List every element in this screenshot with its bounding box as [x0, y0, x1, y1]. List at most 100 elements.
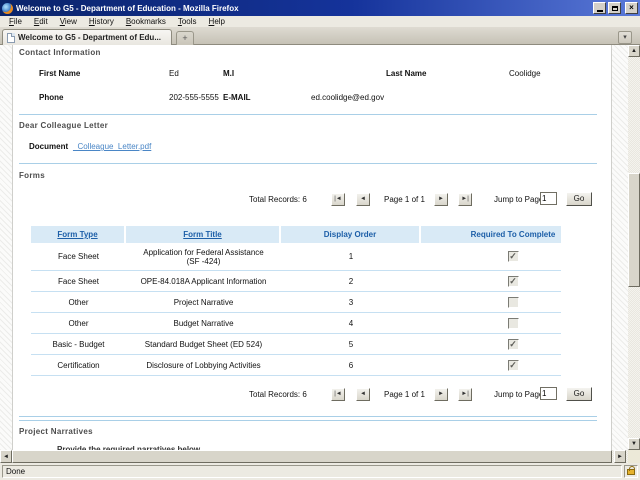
close-button[interactable]: × [625, 2, 638, 14]
display-order: 3 [281, 292, 421, 312]
arrow-down-icon: ▼ [631, 441, 637, 447]
tab-title: Welcome to G5 - Department of Edu... [18, 33, 161, 42]
required-checkbox[interactable] [508, 339, 519, 350]
security-indicator[interactable] [624, 465, 638, 478]
title-bar: Welcome to G5 - Department of Education … [0, 0, 640, 16]
firefox-icon [2, 3, 13, 14]
forms-table: Form Type Form Title Display Order Requi… [31, 226, 561, 376]
phone-value: 202-555-5555 [169, 93, 219, 102]
menu-edit[interactable]: Edit [28, 17, 54, 26]
dear-colleague-section-title: Dear Colleague Letter [19, 121, 108, 130]
prev-page-button[interactable]: ◄ [356, 388, 370, 401]
email-value: ed.coolidge@ed.gov [311, 93, 384, 102]
form-title: Standard Budget Sheet (ED 524) [126, 334, 281, 354]
vertical-scrollbar[interactable]: ▲ ▼ [628, 45, 640, 450]
column-form-type[interactable]: Form Type [31, 226, 126, 243]
last-page-button[interactable]: ►| [458, 193, 472, 206]
form-type: Face Sheet [31, 271, 126, 291]
page-icon [7, 33, 15, 43]
menu-help[interactable]: Help [203, 17, 231, 26]
next-page-button[interactable]: ► [434, 193, 448, 206]
jump-to-page-input[interactable] [540, 387, 557, 400]
first-name-value: Ed [169, 69, 179, 78]
menu-bookmarks[interactable]: Bookmarks [120, 17, 172, 26]
column-form-title[interactable]: Form Title [126, 226, 281, 243]
menu-view[interactable]: View [54, 17, 83, 26]
table-row: Other Project Narrative 3 [31, 292, 561, 313]
scrollbar-corner [628, 450, 640, 463]
menu-bar: File Edit View History Bookmarks Tools H… [0, 16, 640, 27]
table-row: Other Budget Narrative 4 [31, 313, 561, 334]
horizontal-scrollbar-thumb[interactable] [12, 450, 612, 463]
display-order: 1 [281, 243, 421, 270]
last-page-button[interactable]: ►| [458, 388, 472, 401]
status-text: Done [2, 465, 622, 478]
page-viewport: Contact Information First Name Ed M.I La… [0, 45, 628, 450]
jump-to-page-input[interactable] [540, 192, 557, 205]
minimize-icon [597, 10, 603, 12]
first-page-button[interactable]: |◄ [331, 388, 345, 401]
form-type: Basic - Budget [31, 334, 126, 354]
arrow-right-icon: ► [617, 454, 623, 460]
last-name-label: Last Name [386, 69, 426, 78]
form-title: OPE-84.018A Applicant Information [126, 271, 281, 291]
menu-history[interactable]: History [83, 17, 120, 26]
column-required-to-complete: Required To Complete [421, 226, 561, 243]
horizontal-scrollbar[interactable]: ◄ ► [0, 450, 628, 463]
arrow-up-icon: ▲ [631, 48, 637, 54]
go-button[interactable]: Go [566, 192, 592, 206]
page-info: Page 1 of 1 [384, 195, 425, 204]
scroll-left-button[interactable]: ◄ [0, 450, 12, 463]
close-icon: × [629, 4, 634, 12]
tab-active[interactable]: Welcome to G5 - Department of Edu... [2, 29, 172, 45]
tab-overflow-button[interactable]: ▾ [618, 31, 632, 44]
lock-icon [627, 469, 635, 475]
go-button[interactable]: Go [566, 387, 592, 401]
page-info: Page 1 of 1 [384, 390, 425, 399]
scroll-down-button[interactable]: ▼ [628, 438, 640, 450]
content-panel: Contact Information First Name Ed M.I La… [12, 45, 612, 450]
prev-page-button[interactable]: ◄ [356, 193, 370, 206]
first-name-label: First Name [39, 69, 80, 78]
last-name-value: Coolidge [509, 69, 541, 78]
minimize-button[interactable] [593, 2, 606, 14]
form-type: Other [31, 292, 126, 312]
total-records: Total Records: 6 [249, 195, 307, 204]
tab-bar: Welcome to G5 - Department of Edu... + ▾ [0, 27, 640, 45]
required-checkbox[interactable] [508, 318, 519, 329]
required-checkbox[interactable] [508, 297, 519, 308]
form-type: Other [31, 313, 126, 333]
required-checkbox[interactable] [508, 276, 519, 287]
contact-section-title: Contact Information [19, 48, 101, 57]
section-divider [19, 420, 597, 421]
menu-file[interactable]: File [3, 17, 28, 26]
required-checkbox[interactable] [508, 251, 519, 262]
form-title: Disclosure of Lobbying Activities [126, 355, 281, 375]
scroll-right-button[interactable]: ► [614, 450, 626, 463]
total-records: Total Records: 6 [249, 390, 307, 399]
table-row: Basic - Budget Standard Budget Sheet (ED… [31, 334, 561, 355]
required-checkbox[interactable] [508, 360, 519, 371]
form-title: Application for Federal Assistance (SF -… [126, 243, 281, 270]
display-order: 4 [281, 313, 421, 333]
vertical-scrollbar-thumb[interactable] [628, 173, 640, 287]
restore-button[interactable] [608, 2, 621, 14]
table-row: Face Sheet Application for Federal Assis… [31, 243, 561, 271]
section-divider [19, 416, 597, 417]
first-page-button[interactable]: |◄ [331, 193, 345, 206]
menu-tools[interactable]: Tools [172, 17, 203, 26]
display-order: 2 [281, 271, 421, 291]
form-type: Certification [31, 355, 126, 375]
form-type: Face Sheet [31, 243, 126, 270]
colleague-letter-link[interactable]: _Colleague_Letter.pdf [73, 142, 151, 151]
section-divider [19, 114, 597, 115]
new-tab-button[interactable]: + [176, 31, 194, 45]
pagination-top: Total Records: 6 |◄ ◄ Page 1 of 1 ► ►| J… [13, 191, 612, 207]
browser-window: Welcome to G5 - Department of Education … [0, 0, 640, 480]
restore-icon [612, 6, 618, 11]
scroll-up-button[interactable]: ▲ [628, 45, 640, 57]
form-title: Budget Narrative [126, 313, 281, 333]
next-page-button[interactable]: ► [434, 388, 448, 401]
table-row: Face Sheet OPE-84.018A Applicant Informa… [31, 271, 561, 292]
project-narratives-section-title: Project Narratives [19, 427, 93, 436]
